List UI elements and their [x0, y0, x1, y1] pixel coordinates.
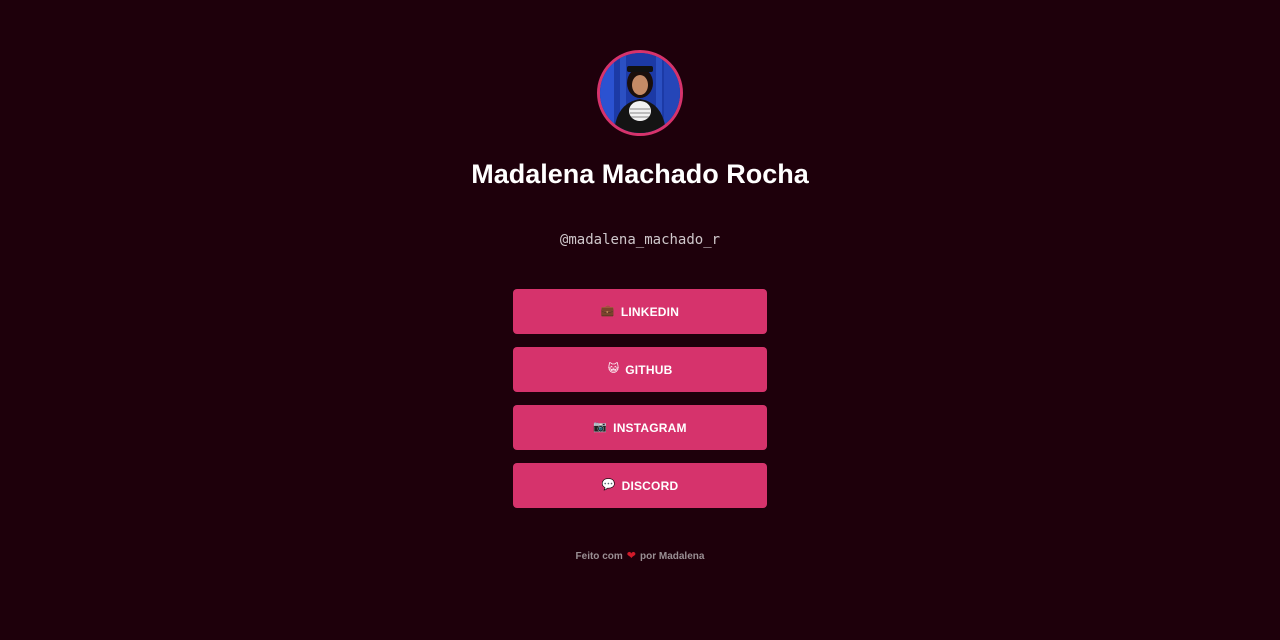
- briefcase-icon: 💼: [600, 305, 615, 317]
- profile-page: Madalena Machado Rocha @madalena_machado…: [0, 0, 1280, 640]
- link-label: INSTAGRAM: [613, 420, 687, 435]
- camera-icon: 📷: [593, 421, 608, 433]
- link-label: GITHUB: [625, 362, 673, 377]
- avatar: [597, 50, 683, 136]
- speech-bubble-icon: 💬: [601, 479, 616, 491]
- links-list: 💼 LINKEDIN 😺 GITHUB 📷 INSTAGRAM 💬 DISCOR…: [513, 289, 767, 521]
- github-button[interactable]: 😺 GITHUB: [513, 347, 767, 392]
- link-label: LINKEDIN: [620, 304, 680, 319]
- avatar-photo: [600, 53, 680, 133]
- discord-button[interactable]: 💬 DISCORD: [513, 463, 767, 508]
- instagram-button[interactable]: 📷 INSTAGRAM: [513, 405, 767, 450]
- footer: Feito com ❤ por Madalena: [440, 549, 840, 562]
- footer-suffix: por Madalena: [639, 551, 705, 562]
- profile-handle: @madalena_machado_r: [559, 232, 721, 248]
- linkedin-button[interactable]: 💼 LINKEDIN: [513, 289, 767, 334]
- footer-prefix: Feito com: [575, 551, 623, 562]
- heart-icon: ❤: [626, 550, 636, 562]
- profile-name: Madalena Machado Rocha: [471, 159, 809, 189]
- link-label: DISCORD: [621, 478, 679, 493]
- cat-face-icon: 😺: [607, 363, 620, 375]
